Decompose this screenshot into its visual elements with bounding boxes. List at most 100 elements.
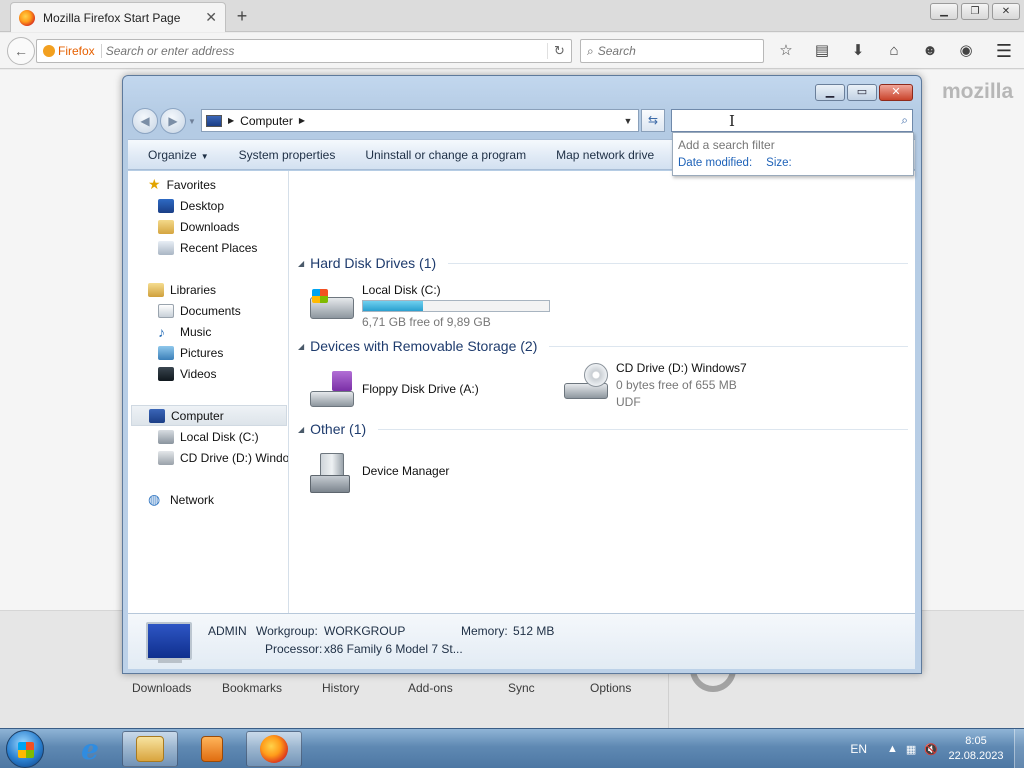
hard-drive-icon bbox=[308, 283, 356, 323]
tab-close-icon[interactable]: ✕ bbox=[205, 9, 217, 26]
drive-tile-cd-d[interactable]: CD Drive (D:) Windows7 0 bytes free of 6… bbox=[562, 361, 747, 409]
computer-icon bbox=[206, 114, 222, 127]
item-device-manager[interactable]: Device Manager bbox=[308, 447, 449, 495]
search-bar[interactable]: ⌕ bbox=[580, 39, 764, 63]
system-tray: EN ▲ ▦ 🔇 8:05 22.08.2023 bbox=[850, 729, 1024, 768]
collapse-triangle-icon[interactable]: ◢ bbox=[298, 342, 304, 351]
explorer-minimize-button[interactable]: ▁ bbox=[815, 84, 845, 101]
web-search-input[interactable] bbox=[597, 44, 763, 58]
new-tab-button[interactable]: + bbox=[232, 6, 252, 26]
nav-recent-places[interactable]: Recent Places bbox=[158, 237, 257, 258]
nav-local-disk-c[interactable]: Local Disk (C:) bbox=[158, 426, 259, 447]
launcher-sync[interactable]: Sync bbox=[508, 681, 535, 695]
device-manager-icon bbox=[308, 451, 356, 493]
menu-icon[interactable]: ☰ bbox=[990, 39, 1018, 63]
explorer-back-button[interactable]: ◀ bbox=[132, 108, 158, 134]
map-network-drive-button[interactable]: Map network drive bbox=[541, 148, 669, 162]
collapse-triangle-icon[interactable]: ◢ bbox=[298, 259, 304, 268]
pocket-icon[interactable]: ◉ bbox=[952, 39, 980, 63]
organize-button[interactable]: Organize ▼ bbox=[133, 148, 224, 162]
capacity-fill bbox=[363, 301, 423, 311]
firefox-window-controls: ▁ ❐ ✕ bbox=[930, 3, 1020, 20]
explorer-close-button[interactable]: ✕ bbox=[879, 84, 913, 101]
group-other[interactable]: ◢ Other (1) bbox=[298, 421, 908, 437]
back-button[interactable]: ← bbox=[7, 37, 35, 65]
address-bar[interactable]: ▶ Computer ▶ ▼ bbox=[201, 109, 639, 132]
search-filter-hint: Add a search filter bbox=[678, 138, 775, 152]
search-icon[interactable]: ⌕ bbox=[901, 113, 908, 128]
windows-logo-icon bbox=[18, 742, 34, 758]
nav-computer[interactable]: Computer bbox=[131, 405, 287, 426]
nav-network[interactable]: ◍ Network bbox=[148, 489, 214, 510]
back-arrow-icon: ← bbox=[14, 43, 28, 59]
taskbar-internet-explorer[interactable]: e bbox=[62, 731, 118, 767]
launcher-downloads[interactable]: Downloads bbox=[132, 681, 191, 695]
firefox-logo-icon bbox=[260, 735, 288, 763]
bookmark-star-icon[interactable]: ☆ bbox=[772, 39, 800, 63]
identity-box[interactable]: Firefox bbox=[43, 44, 102, 58]
collapse-triangle-icon[interactable]: ◢ bbox=[298, 425, 304, 434]
nav-documents[interactable]: Documents bbox=[158, 300, 241, 321]
nav-cd-drive-d[interactable]: CD Drive (D:) Windo bbox=[158, 447, 288, 468]
explorer-search-box[interactable]: ⌕ bbox=[671, 109, 913, 132]
restore-button[interactable]: ❐ bbox=[961, 3, 989, 20]
nav-pictures[interactable]: Pictures bbox=[158, 342, 223, 363]
start-button[interactable] bbox=[6, 730, 44, 768]
libraries-icon bbox=[148, 282, 164, 297]
nav-downloads[interactable]: Downloads bbox=[158, 216, 239, 237]
taskbar-firefox[interactable] bbox=[246, 731, 302, 767]
home-icon[interactable]: ⌂ bbox=[880, 39, 908, 63]
taskbar-explorer[interactable] bbox=[122, 731, 178, 767]
explorer-body: ★ Favorites Desktop Downloads Recent Pla… bbox=[128, 171, 915, 613]
drive-filesystem: UDF bbox=[616, 395, 641, 409]
recent-pages-dropdown-icon[interactable]: ▼ bbox=[188, 117, 196, 126]
close-button[interactable]: ✕ bbox=[992, 3, 1020, 20]
nav-libraries[interactable]: Libraries bbox=[148, 279, 216, 300]
nav-videos[interactable]: Videos bbox=[158, 363, 216, 384]
launcher-bookmarks[interactable]: Bookmarks bbox=[222, 681, 282, 695]
reload-icon[interactable]: ↻ bbox=[547, 43, 571, 59]
hello-icon[interactable]: ☻ bbox=[916, 39, 944, 63]
browser-tab[interactable]: Mozilla Firefox Start Page ✕ bbox=[10, 2, 226, 32]
explorer-forward-button[interactable]: ▶ bbox=[160, 108, 186, 134]
refresh-button[interactable]: ⇆ bbox=[641, 109, 665, 132]
desktop-icon bbox=[158, 198, 174, 213]
explorer-search-input[interactable] bbox=[676, 113, 902, 128]
launcher-options[interactable]: Options bbox=[590, 681, 631, 695]
computer-icon bbox=[149, 408, 165, 423]
filter-size[interactable]: Size: bbox=[766, 157, 792, 169]
uninstall-program-button[interactable]: Uninstall or change a program bbox=[350, 148, 541, 162]
drive-tile-floppy-a[interactable]: Floppy Disk Drive (A:) bbox=[308, 367, 479, 411]
breadcrumb-arrow-icon[interactable]: ▶ bbox=[299, 116, 305, 125]
network-tray-icon[interactable]: ▦ bbox=[906, 743, 916, 756]
url-bar[interactable]: Firefox ↻ bbox=[36, 39, 572, 63]
nav-favorites[interactable]: ★ Favorites bbox=[148, 174, 216, 195]
breadcrumb-arrow-icon[interactable]: ▶ bbox=[228, 116, 234, 125]
explorer-maximize-button[interactable]: ▭ bbox=[847, 84, 877, 101]
show-hidden-icons-icon[interactable]: ▲ bbox=[887, 743, 898, 755]
show-desktop-button[interactable] bbox=[1014, 729, 1024, 768]
downloads-icon[interactable]: ⬇ bbox=[844, 39, 872, 63]
nav-music[interactable]: ♪ Music bbox=[158, 321, 211, 342]
group-hard-disk-drives[interactable]: ◢ Hard Disk Drives (1) bbox=[298, 255, 908, 271]
capacity-bar bbox=[362, 300, 550, 312]
clock[interactable]: 8:05 22.08.2023 bbox=[946, 734, 1006, 764]
launcher-addons[interactable]: Add-ons bbox=[408, 681, 453, 695]
system-properties-button[interactable]: System properties bbox=[224, 148, 351, 162]
nav-desktop[interactable]: Desktop bbox=[158, 195, 224, 216]
refresh-icon: ⇆ bbox=[647, 113, 659, 127]
group-removable-storage[interactable]: ◢ Devices with Removable Storage (2) bbox=[298, 338, 908, 354]
tab-title: Mozilla Firefox Start Page bbox=[43, 10, 181, 25]
volume-muted-icon[interactable]: 🔇 bbox=[924, 743, 938, 756]
language-indicator[interactable]: EN bbox=[850, 742, 867, 756]
url-input[interactable] bbox=[105, 44, 543, 58]
reading-list-icon[interactable]: ▤ bbox=[808, 39, 836, 63]
drive-name: Local Disk (C:) bbox=[362, 283, 441, 297]
minimize-button[interactable]: ▁ bbox=[930, 3, 958, 20]
launcher-history[interactable]: History bbox=[322, 681, 359, 695]
drive-tile-local-disk-c[interactable]: Local Disk (C:) 6,71 GB free of 9,89 GB bbox=[308, 283, 550, 329]
taskbar-media-player[interactable] bbox=[184, 731, 240, 767]
address-dropdown-icon[interactable]: ▼ bbox=[618, 116, 638, 126]
filter-date-modified[interactable]: Date modified: bbox=[678, 157, 752, 169]
breadcrumb-computer[interactable]: Computer bbox=[240, 114, 293, 128]
